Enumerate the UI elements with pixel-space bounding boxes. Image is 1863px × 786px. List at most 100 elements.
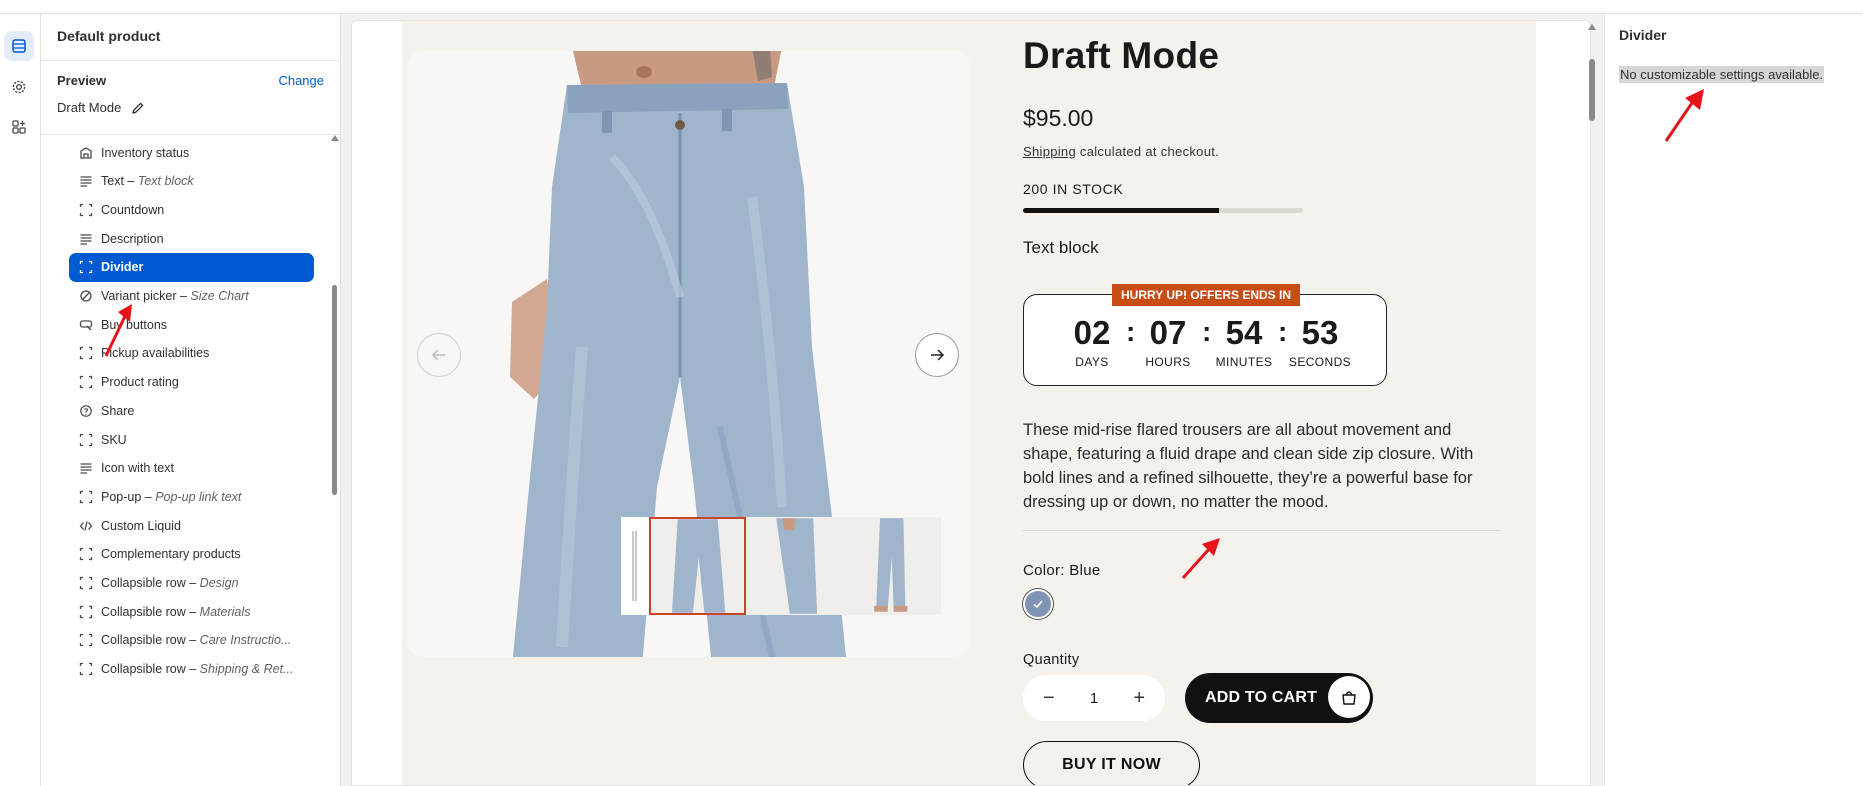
gallery-next-button[interactable] [915,333,959,377]
shipping-link[interactable]: Shipping [1023,144,1076,159]
tree-item-sublabel: Pop-up link text [155,489,242,504]
thumbnail-3[interactable] [843,517,942,615]
change-preview-link[interactable]: Change [278,73,324,88]
tree-item-collapsible-row-design[interactable]: Collapsible row – Design [69,569,314,598]
quantity-increase-button[interactable]: + [1133,688,1145,708]
checkmark-icon [1033,600,1043,609]
quantity-decrease-button[interactable]: − [1043,688,1055,708]
thumbnail-strip [621,517,942,615]
tree-item-label: Share [101,403,135,418]
sections-icon[interactable] [4,31,34,61]
tree-item-collapsible-row-materials[interactable]: Collapsible row – Materials [69,597,314,626]
tree-item-label: Inventory status [101,145,190,160]
tree-item-countdown[interactable]: Countdown [69,195,314,224]
preview-canvas: Draft Mode $95.00 Shipping calculated at… [341,14,1604,786]
block-frame-icon [79,633,93,647]
quantity-value[interactable]: 1 [1090,690,1098,707]
countdown-minutes: 54 [1225,314,1263,351]
scrollbar-thumb[interactable] [332,285,337,495]
tree-item-label: Custom Liquid [101,518,181,533]
sections-sidebar: Default product Preview Change Draft Mod… [41,14,341,786]
block-frame-icon [79,375,93,389]
tree-item-separator: – [185,633,200,648]
text-lines-icon [79,232,93,246]
block-frame-icon [79,662,93,676]
tree-item-label: Complementary products [101,547,241,562]
thumbnail-scroll-handle[interactable] [621,517,649,615]
tree-item-label: Product rating [101,375,179,390]
color-swatch-blue[interactable] [1023,589,1053,619]
arrow-right-icon [931,349,945,361]
scroll-up-arrow[interactable] [331,135,339,141]
tree-item-buy-buttons[interactable]: Buy buttons [69,310,314,339]
tree-item-share[interactable]: Share [69,396,314,425]
settings-gear-icon[interactable] [4,72,34,102]
template-title: Default product [57,28,161,44]
product-page: Draft Mode $95.00 Shipping calculated at… [402,21,1536,785]
tree-item-sublabel: Text block [137,174,194,189]
tree-item-separator: – [185,662,200,677]
inventory-icon [79,146,93,160]
tree-item-sku[interactable]: SKU [69,425,314,454]
countdown-separator: : [1126,316,1136,347]
tree-item-label: SKU [101,432,127,447]
tree-item-label: Divider [101,260,144,275]
preview-scrollbar[interactable] [1581,14,1604,786]
thumbnail-1[interactable] [648,517,747,615]
countdown-separator: : [1202,316,1212,347]
thumbnail-2[interactable] [746,517,844,615]
top-bar [0,0,1863,14]
stock-bar-fill [1023,208,1219,213]
countdown-seconds-label: SECONDS [1288,355,1352,369]
tree-item-product-rating[interactable]: Product rating [69,368,314,397]
countdown-timer: HURRY UP! OFFERS ENDS IN 02 DAYS : 07 HOUR… [1023,284,1387,386]
block-frame-icon [79,203,93,217]
block-tree: Inventory status Text – Text block Countdo… [41,135,341,786]
countdown-hours-label: HOURS [1145,355,1191,369]
tree-item-pickup-availabilities[interactable]: Pickup availabilities [69,339,314,368]
tree-item-divider[interactable]: Divider [69,252,314,282]
tree-item-complementary-products[interactable]: Complementary products [69,540,314,569]
product-description: These mid-rise flared trousers are all a… [1023,421,1474,511]
divider-block[interactable] [1023,530,1500,531]
tree-item-sublabel: Design [199,576,239,590]
arrow-left-icon [431,349,445,361]
scroll-up-arrow[interactable] [1588,24,1596,30]
preview-value: Draft Mode [57,100,145,115]
countdown-days: 02 [1073,314,1111,351]
block-settings-panel: Divider No customizable settings availab… [1604,14,1863,786]
tree-item-collapsible-row-shipping-ret[interactable]: Collapsible row – Shipping & Ret... [69,655,314,684]
buy-button-icon [79,318,93,332]
pencil-icon[interactable] [131,101,145,115]
block-frame-icon [79,605,93,619]
tree-item-sublabel: Materials [199,604,251,619]
tree-item-variant-picker-size-chart[interactable]: Variant picker – Size Chart [69,282,314,311]
apps-icon[interactable] [4,112,34,142]
shopping-bag-icon [1328,676,1370,718]
product-info: Draft Mode $95.00 Shipping calculated at… [1023,21,1503,785]
scrollbar-thumb[interactable] [1589,59,1595,121]
buy-it-now-button[interactable]: BUY IT NOW [1023,741,1200,785]
tree-item-text-text-block[interactable]: Text – Text block [69,167,314,196]
tree-item-pop-up-pop-up-link-text[interactable]: Pop-up – Pop-up link text [69,482,314,511]
stock-status: 200 IN STOCK [1023,181,1124,197]
gallery-prev-button[interactable] [417,333,461,377]
block-frame-icon [79,346,93,360]
tree-item-separator: – [185,604,200,619]
tree-item-label: Countdown [101,202,165,217]
tree-item-collapsible-row-care-instructio[interactable]: Collapsible row – Care Instructio... [69,626,314,655]
preview-label: Preview [57,73,107,88]
preview-value-text: Draft Mode [57,100,122,115]
tree-item-description[interactable]: Description [69,224,314,253]
sidebar-scrollbar[interactable] [329,135,339,786]
tree-item-inventory-status[interactable]: Inventory status [69,138,314,167]
countdown-seconds: 53 [1301,314,1339,351]
add-to-cart-button[interactable]: ADD TO CART [1185,673,1373,723]
shipping-text: calculated at checkout. [1076,144,1220,159]
block-frame-icon [79,490,93,504]
tree-item-icon-with-text[interactable]: Icon with text [69,454,314,483]
tree-item-label: Pickup availabilities [101,346,210,361]
tree-item-custom-liquid[interactable]: Custom Liquid [69,511,314,540]
product-price: $95.00 [1023,105,1094,131]
color-label: Color: Blue [1023,562,1101,579]
